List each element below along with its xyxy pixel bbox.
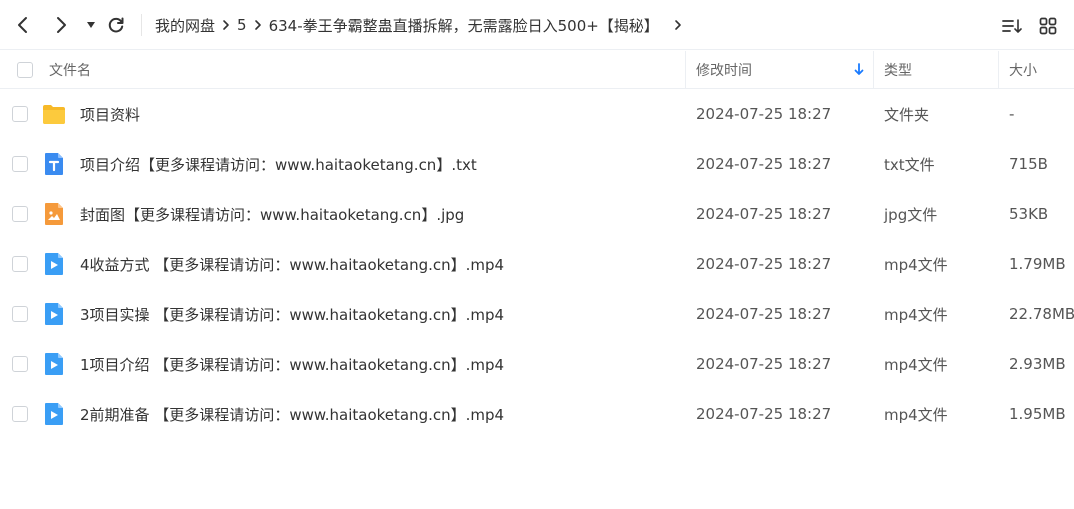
video-file-icon: [45, 253, 63, 275]
file-name[interactable]: 封面图【更多课程请访问：www.haitaoketang.cn】.jpg: [80, 189, 464, 239]
file-size: 2.93MB: [1009, 355, 1066, 373]
row-checkbox[interactable]: [12, 306, 28, 322]
file-list-header: 文件名 修改时间 类型 大小: [0, 51, 1074, 89]
file-modified: 2024-07-25 18:27: [696, 255, 832, 273]
file-modified: 2024-07-25 18:27: [696, 405, 832, 423]
breadcrumb: 我的网盘 5 634-拳王争霸整蛊直播拆解，无需露脸日入500+【揭秘】: [155, 0, 689, 50]
file-row[interactable]: 项目介绍【更多课程请访问：www.haitaoketang.cn】.txt 20…: [0, 139, 1074, 189]
folder-icon: [43, 105, 65, 124]
arrow-down-icon[interactable]: [854, 51, 864, 88]
select-all-checkbox[interactable]: [17, 62, 33, 78]
file-type: mp4文件: [884, 405, 948, 424]
file-list: 项目资料 2024-07-25 18:27 文件夹 - 项目介绍【更多课程请访问…: [0, 89, 1074, 439]
chevron-right-icon[interactable]: [667, 19, 689, 31]
chevron-right-icon: [215, 19, 237, 31]
file-modified: 2024-07-25 18:27: [696, 305, 832, 323]
row-checkbox[interactable]: [12, 106, 28, 122]
chevron-left-icon: [18, 17, 27, 33]
grid-view-button[interactable]: [1036, 14, 1060, 38]
file-size: 22.78MB: [1009, 305, 1074, 323]
column-header-type[interactable]: 类型: [884, 51, 912, 88]
file-type: mp4文件: [884, 305, 948, 324]
row-checkbox[interactable]: [12, 206, 28, 222]
caret-down-icon: [87, 22, 95, 28]
file-row[interactable]: 封面图【更多课程请访问：www.haitaoketang.cn】.jpg 202…: [0, 189, 1074, 239]
file-name[interactable]: 项目介绍【更多课程请访问：www.haitaoketang.cn】.txt: [80, 139, 477, 189]
file-row[interactable]: 2前期准备 【更多课程请访问：www.haitaoketang.cn】.mp4 …: [0, 389, 1074, 439]
file-name[interactable]: 3项目实操 【更多课程请访问：www.haitaoketang.cn】.mp4: [80, 289, 504, 339]
sort-button[interactable]: [1000, 14, 1024, 38]
refresh-icon: [108, 17, 124, 33]
file-type: mp4文件: [884, 355, 948, 374]
chevron-right-icon: [57, 17, 66, 33]
refresh-button[interactable]: [104, 13, 128, 37]
breadcrumb-item-root[interactable]: 我的网盘: [155, 15, 215, 36]
file-size: 715B: [1009, 155, 1048, 173]
column-header-modified[interactable]: 修改时间: [696, 51, 752, 88]
image-file-icon: [45, 203, 63, 225]
row-checkbox[interactable]: [12, 406, 28, 422]
file-row[interactable]: 1项目介绍 【更多课程请访问：www.haitaoketang.cn】.mp4 …: [0, 339, 1074, 389]
row-checkbox[interactable]: [12, 256, 28, 272]
column-divider: [685, 51, 686, 88]
video-file-icon: [45, 353, 63, 375]
toolbar: 我的网盘 5 634-拳王争霸整蛊直播拆解，无需露脸日入500+【揭秘】: [0, 0, 1074, 50]
row-checkbox[interactable]: [12, 356, 28, 372]
history-dropdown-button[interactable]: [79, 13, 103, 37]
column-divider: [873, 51, 874, 88]
file-row[interactable]: 项目资料 2024-07-25 18:27 文件夹 -: [0, 89, 1074, 139]
file-size: -: [1009, 105, 1015, 123]
sort-list-icon: [1002, 19, 1022, 33]
video-file-icon: [45, 303, 63, 325]
forward-button[interactable]: [49, 13, 73, 37]
file-row[interactable]: 3项目实操 【更多课程请访问：www.haitaoketang.cn】.mp4 …: [0, 289, 1074, 339]
file-modified: 2024-07-25 18:27: [696, 205, 832, 223]
file-name[interactable]: 项目资料: [80, 89, 140, 139]
grid-view-icon: [1039, 17, 1057, 35]
file-name[interactable]: 2前期准备 【更多课程请访问：www.haitaoketang.cn】.mp4: [80, 389, 504, 439]
toolbar-divider: [141, 14, 142, 36]
back-button[interactable]: [11, 13, 35, 37]
file-name[interactable]: 1项目介绍 【更多课程请访问：www.haitaoketang.cn】.mp4: [80, 339, 504, 389]
file-size: 53KB: [1009, 205, 1049, 223]
file-modified: 2024-07-25 18:27: [696, 355, 832, 373]
txt-file-icon: [45, 153, 63, 175]
file-modified: 2024-07-25 18:27: [696, 105, 832, 123]
file-type: txt文件: [884, 155, 935, 174]
video-file-icon: [45, 403, 63, 425]
chevron-right-icon: [247, 19, 269, 31]
file-size: 1.79MB: [1009, 255, 1066, 273]
file-name[interactable]: 4收益方式 【更多课程请访问：www.haitaoketang.cn】.mp4: [80, 239, 504, 289]
column-divider: [998, 51, 999, 88]
file-type: jpg文件: [884, 205, 938, 224]
file-modified: 2024-07-25 18:27: [696, 155, 832, 173]
column-header-size[interactable]: 大小: [1009, 51, 1037, 88]
breadcrumb-item-folder[interactable]: 5: [237, 16, 247, 34]
row-checkbox[interactable]: [12, 156, 28, 172]
file-type: mp4文件: [884, 255, 948, 274]
file-type: 文件夹: [884, 105, 930, 124]
file-row[interactable]: 4收益方式 【更多课程请访问：www.haitaoketang.cn】.mp4 …: [0, 239, 1074, 289]
breadcrumb-item-current[interactable]: 634-拳王争霸整蛊直播拆解，无需露脸日入500+【揭秘】: [269, 15, 659, 36]
file-size: 1.95MB: [1009, 405, 1066, 423]
column-header-name[interactable]: 文件名: [49, 51, 91, 88]
